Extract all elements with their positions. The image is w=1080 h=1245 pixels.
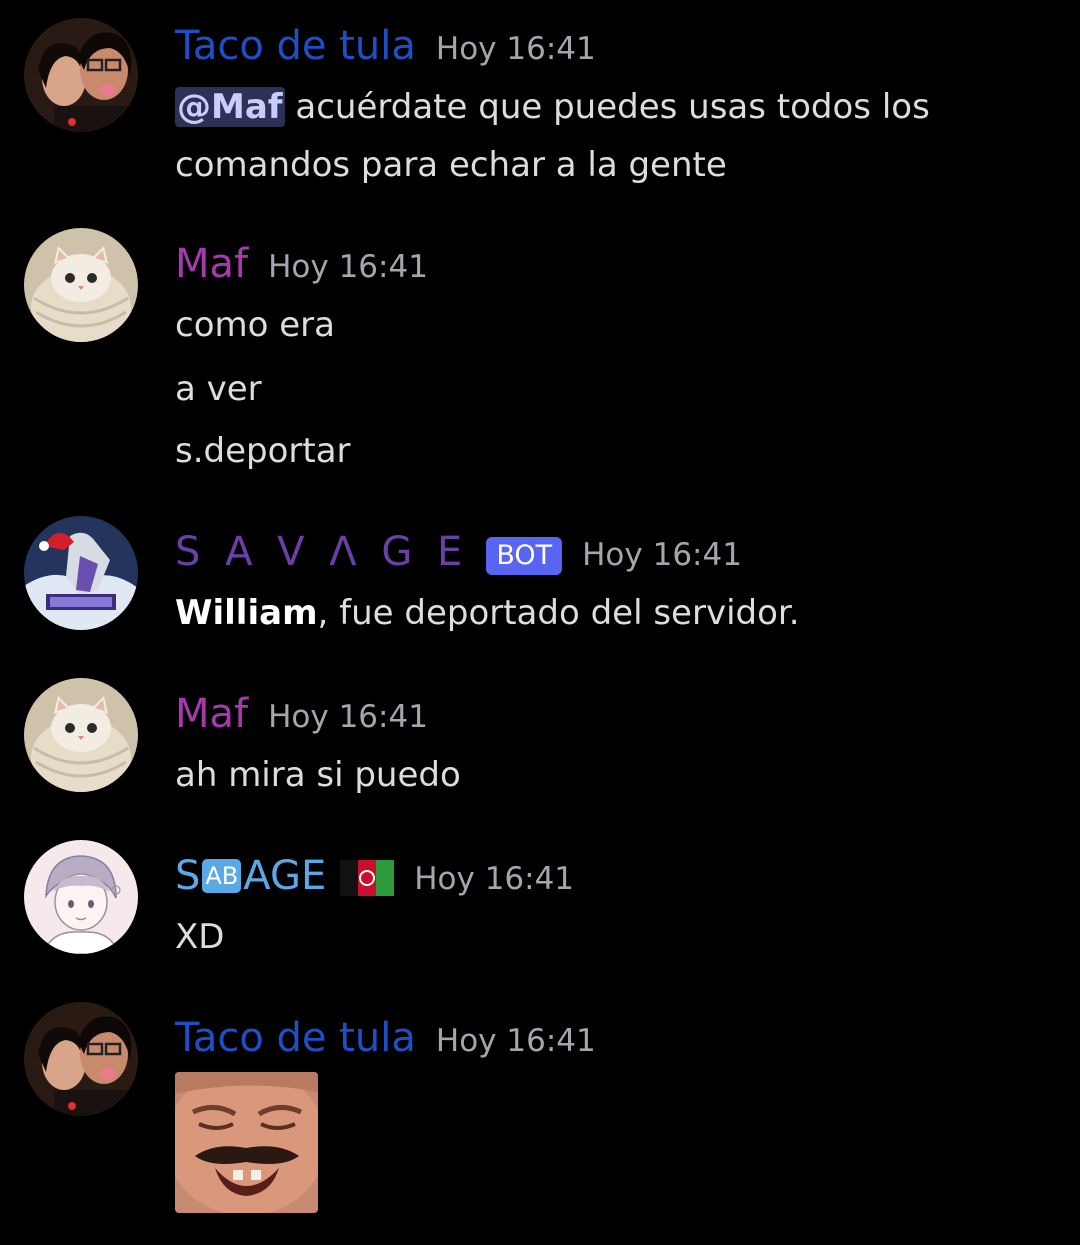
message-text: XD xyxy=(175,917,225,957)
user-avatar[interactable] xyxy=(24,840,138,954)
timestamp: Hoy 16:41 xyxy=(268,699,428,735)
timestamp: Hoy 16:41 xyxy=(435,31,596,67)
laughing-man-emoji-image[interactable] xyxy=(175,1072,318,1213)
message-text: @Maf acuérdate que puedes usas todos los xyxy=(175,87,930,127)
user-avatar[interactable] xyxy=(24,1002,138,1116)
cat-avatar-icon xyxy=(24,678,138,792)
user-avatar[interactable] xyxy=(24,678,138,792)
anime-boy-avatar-icon xyxy=(24,840,138,954)
username[interactable]: Maf xyxy=(175,236,248,292)
chat-messages: Taco de tula Hoy 16:41 @Maf acuérdate qu… xyxy=(0,0,1080,1245)
wolf-logo-avatar-icon xyxy=(24,516,138,630)
username[interactable]: Maf xyxy=(175,686,248,742)
couple-photo-avatar-icon xyxy=(24,18,138,132)
bot-tag: BOT xyxy=(486,537,563,575)
timestamp: Hoy 16:41 xyxy=(268,249,428,285)
bold-username: William xyxy=(175,593,318,633)
user-avatar[interactable] xyxy=(24,516,138,630)
message-text: como era xyxy=(175,305,335,345)
afghanistan-flag-icon xyxy=(340,860,395,896)
username[interactable]: S A V Λ G E xyxy=(175,524,468,580)
user-avatar[interactable] xyxy=(24,228,138,342)
timestamp: Hoy 16:41 xyxy=(582,537,742,573)
user-mention[interactable]: @Maf xyxy=(175,87,285,127)
username[interactable]: S AB AGE xyxy=(175,848,326,904)
message-text: William, fue deportado del servidor. xyxy=(175,593,800,633)
timestamp: Hoy 16:41 xyxy=(435,1023,596,1059)
message-text: ah mira si puedo xyxy=(175,755,461,795)
message-text: a ver xyxy=(175,369,262,409)
user-avatar[interactable] xyxy=(24,18,138,132)
message-text: comandos para echar a la gente xyxy=(175,145,727,185)
timestamp: Hoy 16:41 xyxy=(414,861,575,897)
message-text: s.deportar xyxy=(175,431,351,471)
couple-photo-avatar-icon xyxy=(24,1002,138,1116)
username[interactable]: Taco de tula xyxy=(175,18,416,74)
ab-button-emoji: AB xyxy=(202,859,242,893)
username[interactable]: Taco de tula xyxy=(175,1010,416,1066)
cat-avatar-icon xyxy=(24,228,138,342)
